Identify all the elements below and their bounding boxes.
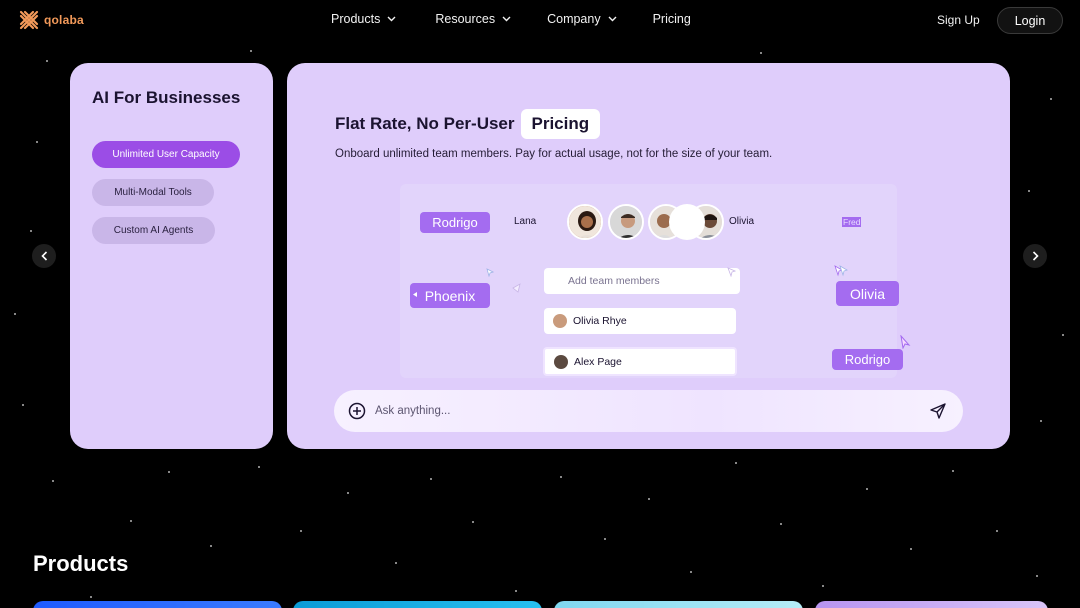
tab-custom-ai-agents[interactable]: Custom AI Agents — [92, 217, 215, 244]
login-button[interactable]: Login — [997, 7, 1063, 34]
nav-resources[interactable]: Resources — [435, 12, 511, 26]
product-card[interactable] — [815, 601, 1048, 608]
nav-company-label: Company — [547, 12, 601, 26]
nav-products[interactable]: Products — [331, 12, 396, 26]
carousel-next-button[interactable] — [1023, 244, 1047, 268]
add-members-placeholder: Add team members — [568, 275, 660, 287]
brand-logo[interactable]: qolaba — [18, 9, 84, 31]
nav-pricing-label: Pricing — [652, 12, 691, 26]
avatar — [608, 204, 644, 240]
add-circle-icon[interactable] — [348, 402, 366, 420]
nav-menu: Products Resources Company Pricing — [331, 12, 691, 26]
feature-detail-card: Flat Rate, No Per-User Pricing Onboard u… — [287, 63, 1010, 449]
chevron-down-icon — [608, 16, 617, 22]
feature-category-card: AI For Businesses Unlimited User Capacit… — [70, 63, 273, 449]
ask-input-bar[interactable]: Ask anything... — [334, 390, 963, 432]
feature-headline: Flat Rate, No Per-User Pricing — [335, 109, 601, 139]
cursor-icon — [486, 268, 494, 277]
cursor-icon — [900, 335, 911, 349]
collaborator-tag-olivia: Olivia — [836, 281, 899, 306]
collaborator-name-lana: Lana — [514, 216, 537, 227]
tab-unlimited-user-capacity[interactable]: Unlimited User Capacity — [92, 141, 240, 168]
collaborator-tag-rodrigo: Rodrigo — [420, 212, 490, 233]
send-icon[interactable] — [929, 402, 947, 420]
headline-text: Flat Rate, No Per-User — [335, 114, 515, 133]
collaborator-tag-phoenix-label: Phoenix — [424, 287, 476, 304]
chevron-down-icon — [502, 16, 511, 22]
nav-products-label: Products — [331, 12, 381, 26]
chevron-left-icon — [40, 251, 47, 261]
ask-input-placeholder: Ask anything... — [375, 405, 451, 417]
member-row-alex-page[interactable]: Alex Page — [543, 347, 737, 376]
collaborator-tag-phoenix: Phoenix — [410, 283, 490, 308]
cursor-icon — [512, 283, 521, 293]
chevron-right-icon — [1032, 251, 1039, 261]
top-navbar: qolaba Products Resources Company Pricin… — [0, 0, 1080, 40]
brand-name: qolaba — [44, 13, 84, 27]
collaborator-name-olivia: Olivia — [729, 216, 755, 227]
product-card[interactable] — [554, 601, 803, 608]
chevron-down-icon — [387, 16, 396, 22]
category-title: AI For Businesses — [92, 88, 241, 107]
cursor-icon — [727, 267, 736, 277]
product-card[interactable] — [33, 601, 282, 608]
signup-link[interactable]: Sign Up — [937, 13, 980, 27]
collaborator-tag-rodrigo-bottom: Rodrigo — [832, 349, 903, 370]
collaborator-name-fred: Fred — [842, 217, 862, 227]
carousel-prev-button[interactable] — [32, 244, 56, 268]
member-name: Olivia Rhye — [573, 315, 627, 327]
member-name: Alex Page — [574, 355, 622, 368]
nav-resources-label: Resources — [435, 12, 496, 26]
tab-multi-modal-tools[interactable]: Multi-Modal Tools — [92, 179, 214, 206]
product-card[interactable] — [293, 601, 542, 608]
avatar — [567, 204, 603, 240]
cursor-icon — [834, 265, 848, 277]
nav-company[interactable]: Company — [547, 12, 617, 26]
nav-pricing[interactable]: Pricing — [653, 12, 691, 26]
add-members-input[interactable]: Add team members — [544, 268, 740, 294]
member-avatar — [554, 354, 568, 369]
member-row-olivia-rhye[interactable]: Olivia Rhye — [544, 308, 736, 334]
avatar-placeholder — [669, 204, 705, 240]
headline-pricing-chip: Pricing — [520, 109, 601, 139]
cursor-icon — [413, 292, 417, 297]
member-avatar — [553, 314, 567, 328]
feature-subtitle: Onboard unlimited team members. Pay for … — [335, 148, 773, 160]
products-heading: Products — [33, 551, 129, 576]
brand-logo-icon — [19, 10, 39, 30]
